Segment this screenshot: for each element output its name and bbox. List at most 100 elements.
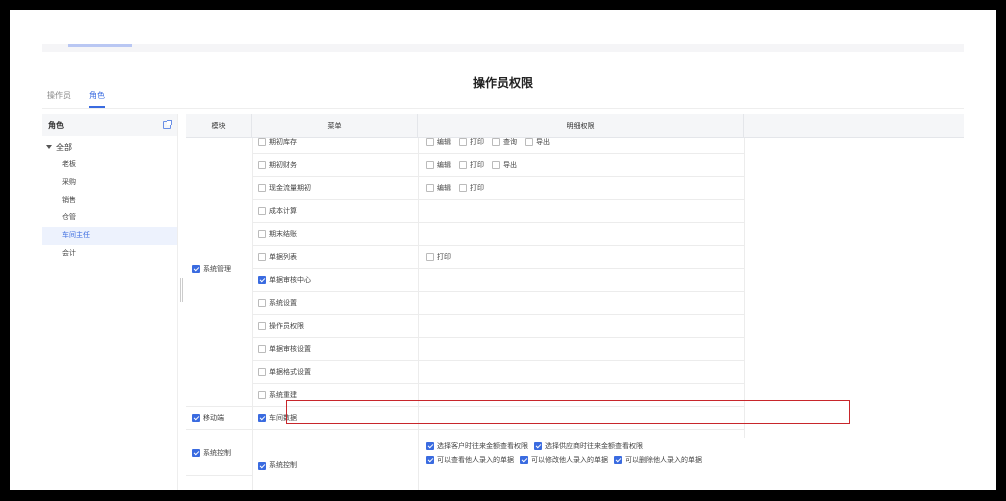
checkbox[interactable] xyxy=(492,138,500,146)
menu-label: 单据列表 xyxy=(269,253,297,261)
perm-option[interactable]: 打印 xyxy=(459,138,484,147)
checkbox[interactable] xyxy=(258,138,266,146)
checkbox[interactable] xyxy=(426,253,434,261)
menu-label: 单据审核设置 xyxy=(269,345,311,353)
header-module: 模块 xyxy=(186,114,252,138)
perm-option[interactable]: 编辑 xyxy=(426,183,451,193)
detail-cell xyxy=(418,223,744,245)
top-active-tab-indicator[interactable] xyxy=(68,44,132,47)
checkbox[interactable] xyxy=(426,138,434,146)
checkbox[interactable] xyxy=(459,184,467,192)
perm-option[interactable]: 选择供应商时往来金额查看权限 xyxy=(534,441,643,451)
menu-cell[interactable]: 现金流量期初 xyxy=(252,177,418,199)
perm-option[interactable]: 可以删除他人录入的单据 xyxy=(614,455,702,465)
page-title: 操作员权限 xyxy=(472,76,533,90)
checkbox[interactable] xyxy=(258,230,266,238)
perm-option[interactable]: 导出 xyxy=(525,138,550,147)
checkbox[interactable] xyxy=(258,391,266,399)
checkbox[interactable] xyxy=(426,184,434,192)
detail-cell: 编辑 打印 导出 xyxy=(418,154,744,176)
menu-cell[interactable]: 单据列表 xyxy=(252,246,418,268)
perm-label: 可以修改他人录入的单据 xyxy=(531,456,608,464)
checkbox[interactable] xyxy=(258,414,266,422)
role-item[interactable]: 仓管 xyxy=(42,209,177,227)
checkbox[interactable] xyxy=(258,299,266,307)
checkbox[interactable] xyxy=(614,456,622,464)
checkbox[interactable] xyxy=(258,207,266,215)
role-item[interactable]: 车间主任 xyxy=(42,227,177,245)
checkbox[interactable] xyxy=(192,264,200,273)
checkbox[interactable] xyxy=(525,138,533,146)
perm-label: 可以查看他人录入的单据 xyxy=(437,456,514,464)
tab-role[interactable]: 角色 xyxy=(89,90,105,108)
tabs-divider xyxy=(42,108,964,109)
perm-option[interactable]: 可以修改他人录入的单据 xyxy=(520,455,608,465)
perm-option[interactable]: 查询 xyxy=(492,138,517,147)
module-cell[interactable]: 系统管理 xyxy=(186,138,252,407)
perm-option[interactable]: 可以查看他人录入的单据 xyxy=(426,455,514,465)
checkbox[interactable] xyxy=(426,161,434,169)
role-item[interactable]: 会计 xyxy=(42,245,177,263)
menu-label: 单据审核中心 xyxy=(269,276,311,284)
role-item[interactable]: 老板 xyxy=(42,156,177,174)
edit-role-icon[interactable] xyxy=(163,120,172,129)
perm-label: 编辑 xyxy=(437,184,451,192)
module-cell[interactable]: 系统控制 xyxy=(186,430,252,476)
perm-option[interactable]: 选择客户时往来金额查看权限 xyxy=(426,441,528,451)
menu-cell[interactable]: 单据审核中心 xyxy=(252,269,418,291)
checkbox[interactable] xyxy=(258,462,266,470)
checkbox[interactable] xyxy=(258,276,266,284)
perm-option[interactable]: 编辑 xyxy=(426,138,451,147)
table-row: 操作员权限 xyxy=(252,315,744,338)
checkbox[interactable] xyxy=(192,448,200,457)
perm-line: 可以查看他人录入的单据 可以修改他人录入的单据 可以删除他人录入的单据 xyxy=(426,455,744,465)
checkbox[interactable] xyxy=(258,322,266,330)
menu-cell[interactable]: 成本计算 xyxy=(252,200,418,222)
menu-cell[interactable]: 期末结账 xyxy=(252,223,418,245)
checkbox[interactable] xyxy=(534,442,542,450)
perm-label: 可以删除他人录入的单据 xyxy=(625,456,702,464)
menu-cell[interactable]: 系统设置 xyxy=(252,292,418,314)
checkbox[interactable] xyxy=(192,414,200,422)
perm-option[interactable]: 打印 xyxy=(459,160,484,170)
checkbox[interactable] xyxy=(258,184,266,192)
sidebar-header: 角色 xyxy=(42,114,177,136)
menu-cell[interactable]: 系统控制 xyxy=(252,430,418,476)
tab-operator[interactable]: 操作员 xyxy=(47,90,71,108)
perm-option[interactable]: 编辑 xyxy=(426,160,451,170)
perm-line: 选择客户时往来金额查看权限 选择供应商时往来金额查看权限 xyxy=(426,441,744,451)
module-cell[interactable]: 移动端 xyxy=(186,407,252,430)
perm-option[interactable]: 导出 xyxy=(492,160,517,170)
sidebar-title: 角色 xyxy=(48,120,64,130)
menu-cell[interactable]: 操作员权限 xyxy=(252,315,418,337)
checkbox[interactable] xyxy=(258,345,266,353)
table-row: 系统设置 xyxy=(252,292,744,315)
checkbox[interactable] xyxy=(258,368,266,376)
menu-label: 系统设置 xyxy=(269,299,297,307)
tree-root-all[interactable]: 全部 xyxy=(42,138,177,156)
checkbox[interactable] xyxy=(426,456,434,464)
checkbox[interactable] xyxy=(459,138,467,146)
menu-label: 操作员权限 xyxy=(269,322,304,330)
detail-cell: 编辑 打印 查询 导出 xyxy=(418,138,744,153)
caret-down-icon[interactable] xyxy=(46,145,52,149)
menu-cell[interactable]: 期初库存 xyxy=(252,138,418,153)
role-item[interactable]: 采购 xyxy=(42,174,177,192)
menu-label: 单据格式设置 xyxy=(269,368,311,376)
detail-cell: 编辑 打印 xyxy=(418,177,744,199)
checkbox[interactable] xyxy=(520,456,528,464)
perm-option[interactable]: 打印 xyxy=(426,252,451,262)
menu-cell[interactable]: 期初财务 xyxy=(252,154,418,176)
checkbox[interactable] xyxy=(459,161,467,169)
checkbox[interactable] xyxy=(426,442,434,450)
checkbox[interactable] xyxy=(492,161,500,169)
menu-label: 系统重建 xyxy=(269,391,297,399)
checkbox[interactable] xyxy=(258,161,266,169)
menu-cell[interactable]: 单据审核设置 xyxy=(252,338,418,360)
detail-cell xyxy=(418,200,744,222)
role-item[interactable]: 销售 xyxy=(42,192,177,210)
checkbox[interactable] xyxy=(258,253,266,261)
menu-cell[interactable]: 单据格式设置 xyxy=(252,361,418,383)
panel-resize-handle[interactable] xyxy=(180,278,183,302)
perm-option[interactable]: 打印 xyxy=(459,183,484,193)
